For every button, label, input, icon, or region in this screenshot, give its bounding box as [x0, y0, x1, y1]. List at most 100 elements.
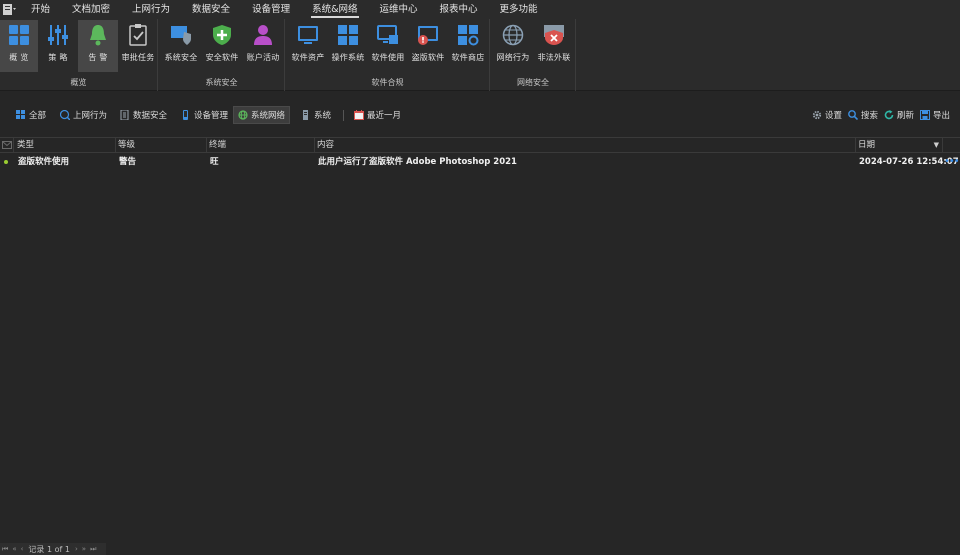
- menu-item-start[interactable]: 开始: [31, 0, 50, 19]
- date-range-label: 最近一月: [367, 111, 402, 121]
- pirated-software-button[interactable]: 盗版软件: [408, 20, 448, 72]
- overview-button[interactable]: 概 览: [0, 20, 38, 72]
- system-icon: [303, 110, 308, 120]
- last-page-icon[interactable]: ⏭: [90, 545, 96, 554]
- calendar-icon: [354, 110, 364, 120]
- cell-level: 警告: [119, 157, 137, 167]
- software-usage-icon: [377, 25, 398, 44]
- previous-page-fast-icon[interactable]: «: [12, 545, 16, 553]
- menu-item-device-management[interactable]: 设备管理: [252, 0, 290, 19]
- refresh-label: 刷新: [897, 111, 915, 121]
- software-usage-label: 软件使用: [371, 53, 405, 62]
- illegal-outbound-button[interactable]: 非法外联: [534, 20, 574, 72]
- security-software-button[interactable]: 安全软件: [202, 20, 242, 72]
- menu-item-system-network[interactable]: 系统&网络: [311, 0, 359, 19]
- column-header-date-label: 日期: [858, 140, 876, 150]
- filter-data-security-button[interactable]: 数据安全: [120, 106, 167, 124]
- filter-all-button[interactable]: 全部: [16, 106, 46, 124]
- ribbon: 概 览 策 略 告 警 审批任务 概览 系统安全 安全软件 账户活动 系统安全: [0, 19, 960, 91]
- column-header-type[interactable]: 类型: [15, 138, 116, 153]
- previous-record-icon[interactable]: ‹: [21, 545, 24, 553]
- column-header-terminal[interactable]: 终端: [207, 138, 315, 153]
- network-behavior-button[interactable]: 网络行为: [493, 20, 533, 72]
- filter-system-label: 系统: [314, 111, 332, 121]
- record-navigator: ⏮ « ‹ 记录 1 of 1 › » ⏭: [0, 543, 106, 555]
- next-record-icon[interactable]: ›: [75, 545, 78, 553]
- operating-system-icon: [338, 25, 358, 45]
- menu-item-report-center[interactable]: 报表中心: [440, 0, 478, 19]
- operating-system-button[interactable]: 操作系统: [328, 20, 368, 72]
- policy-label: 策 略: [48, 53, 68, 62]
- network-behavior-globe-icon: [502, 24, 524, 46]
- select-all-column[interactable]: [0, 138, 14, 153]
- next-page-fast-icon[interactable]: »: [82, 545, 86, 553]
- export-button[interactable]: 导出: [920, 106, 950, 124]
- security-software-shield-icon: [213, 25, 231, 45]
- filter-device-management-label: 设备管理: [194, 111, 229, 121]
- ribbon-group-network-security: 网络行为 非法外联 网络安全: [491, 19, 576, 91]
- software-store-icon: [458, 25, 479, 46]
- pirated-software-label: 盗版软件: [411, 53, 445, 62]
- filter-all-label: 全部: [29, 111, 47, 121]
- system-network-icon: [238, 110, 248, 120]
- system-security-label: 系统安全: [164, 53, 198, 62]
- policy-button[interactable]: 策 略: [39, 20, 77, 72]
- date-range-selector[interactable]: 最近一月: [354, 106, 401, 124]
- system-security-shield-icon: [171, 26, 191, 45]
- filter-device-management-button[interactable]: 设备管理: [181, 106, 228, 124]
- overview-grid-icon: [9, 25, 29, 45]
- software-assets-button[interactable]: 软件资产: [288, 20, 328, 72]
- web-behavior-icon: [60, 110, 70, 120]
- refresh-button[interactable]: 刷新: [884, 106, 914, 124]
- refresh-icon: [884, 110, 894, 120]
- operating-system-label: 操作系统: [331, 53, 365, 62]
- overview-label: 概 览: [9, 53, 29, 62]
- menu-item-web-behavior[interactable]: 上网行为: [132, 0, 170, 19]
- search-label: 搜索: [861, 111, 879, 121]
- ribbon-group-label-overview: 概览: [70, 78, 87, 87]
- cell-content: 此用户运行了盗版软件 Adobe Photoshop 2021: [318, 157, 517, 167]
- alarm-button[interactable]: 告 警: [78, 20, 118, 72]
- export-icon: [920, 110, 930, 120]
- column-header-date[interactable]: 日期 ▼: [856, 138, 943, 153]
- table-row[interactable]: 盗版软件使用 警告 旺 此用户运行了盗版软件 Adobe Photoshop 2…: [0, 155, 960, 170]
- alarm-label: 告 警: [88, 53, 108, 62]
- ribbon-group-label-software-compliance: 软件合规: [371, 78, 404, 87]
- first-page-icon[interactable]: ⏮: [2, 545, 8, 554]
- filter-system-network-label: 系统网络: [251, 111, 286, 121]
- policy-sliders-icon: [48, 25, 68, 45]
- approval-task-button[interactable]: 审批任务: [119, 20, 157, 72]
- ribbon-group-software-compliance: 软件资产 操作系统 软件使用 盗版软件 软件商店 软件合规: [286, 19, 490, 91]
- filter-web-behavior-label: 上网行为: [73, 111, 108, 121]
- system-security-button[interactable]: 系统安全: [161, 20, 201, 72]
- software-assets-label: 软件资产: [291, 53, 325, 62]
- settings-label: 设置: [825, 111, 843, 121]
- menu-item-document-encryption[interactable]: 文档加密: [72, 0, 110, 19]
- software-usage-button[interactable]: 软件使用: [368, 20, 408, 72]
- account-activity-button[interactable]: 账户活动: [243, 20, 283, 72]
- ribbon-group-system-security: 系统安全 安全软件 账户活动 系统安全: [159, 19, 285, 91]
- software-store-button[interactable]: 软件商店: [448, 20, 488, 72]
- account-activity-user-icon: [254, 25, 272, 45]
- menu-item-data-security[interactable]: 数据安全: [192, 0, 230, 19]
- menu-item-more-features[interactable]: 更多功能: [500, 0, 538, 19]
- approval-task-icon: [129, 24, 147, 46]
- filter-system-button[interactable]: 系统: [301, 106, 331, 124]
- security-software-label: 安全软件: [205, 53, 239, 62]
- search-button[interactable]: 搜索: [848, 106, 878, 124]
- menu-item-ops-center[interactable]: 运维中心: [380, 0, 418, 19]
- column-header-content[interactable]: 内容: [315, 138, 856, 153]
- app-menu-icon[interactable]: [3, 4, 17, 16]
- ribbon-group-overview: 概 览 策 略 告 警 审批任务 概览: [0, 19, 158, 91]
- filter-web-behavior-button[interactable]: 上网行为: [60, 106, 107, 124]
- cell-type: 盗版软件使用: [18, 157, 70, 167]
- cell-terminal: 旺: [210, 157, 219, 167]
- approval-task-label: 审批任务: [121, 53, 155, 62]
- search-icon: [848, 110, 858, 120]
- filter-system-network-button[interactable]: 系统网络: [233, 106, 291, 124]
- column-header-level[interactable]: 等级: [116, 138, 207, 153]
- illegal-outbound-label: 非法外联: [537, 53, 571, 62]
- data-security-icon: [120, 110, 129, 120]
- settings-button[interactable]: 设置: [812, 106, 842, 124]
- row-more-icon[interactable]: •••: [944, 155, 960, 169]
